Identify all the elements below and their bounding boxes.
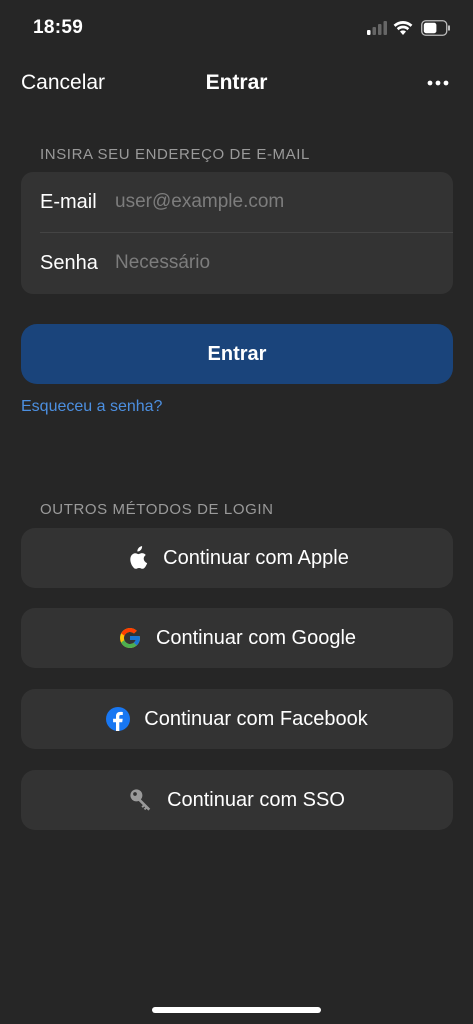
login-form-card: E-mail Senha (21, 172, 453, 294)
status-time: 18:59 (33, 17, 84, 38)
login-screen: 18:59 Cancelar Entrar INSIRA SEU ENDEREÇ… (0, 0, 473, 1024)
password-row: Senha (21, 233, 453, 294)
continue-with-sso-button[interactable]: Continuar com SSO (21, 770, 453, 830)
battery-icon (421, 20, 450, 36)
google-button-label: Continuar com Google (155, 626, 357, 649)
sign-in-button[interactable]: Entrar (21, 324, 453, 384)
page-title: Entrar (205, 71, 268, 94)
forgot-password-link[interactable]: Esqueceu a senha? (21, 398, 162, 416)
email-section-header: INSIRA SEU ENDEREÇO DE E-MAIL (40, 146, 310, 163)
password-field[interactable] (115, 247, 435, 279)
email-field[interactable] (115, 186, 435, 218)
facebook-button-label: Continuar com Facebook (144, 707, 368, 730)
email-label: E-mail (40, 191, 97, 213)
apple-icon (125, 546, 149, 570)
sso-button-label: Continuar com SSO (167, 788, 345, 811)
facebook-icon (106, 707, 131, 731)
google-icon (118, 626, 142, 650)
sign-in-button-label: Entrar (207, 342, 267, 365)
home-indicator[interactable] (152, 1007, 321, 1013)
apple-button-label: Continuar com Apple (163, 546, 349, 569)
continue-with-apple-button[interactable]: Continuar com Apple (21, 528, 453, 588)
status-icons (365, 18, 455, 40)
cellular-signal-icon (367, 21, 387, 35)
other-methods-header: OUTROS MÉTODOS DE LOGIN (40, 501, 274, 518)
password-label: Senha (40, 252, 98, 274)
continue-with-facebook-button[interactable]: Continuar com Facebook (21, 689, 453, 749)
wifi-icon (393, 20, 413, 35)
continue-with-google-button[interactable]: Continuar com Google (21, 608, 453, 668)
key-icon (129, 788, 153, 812)
email-row: E-mail (21, 172, 453, 233)
ellipsis-icon[interactable] (427, 80, 449, 86)
